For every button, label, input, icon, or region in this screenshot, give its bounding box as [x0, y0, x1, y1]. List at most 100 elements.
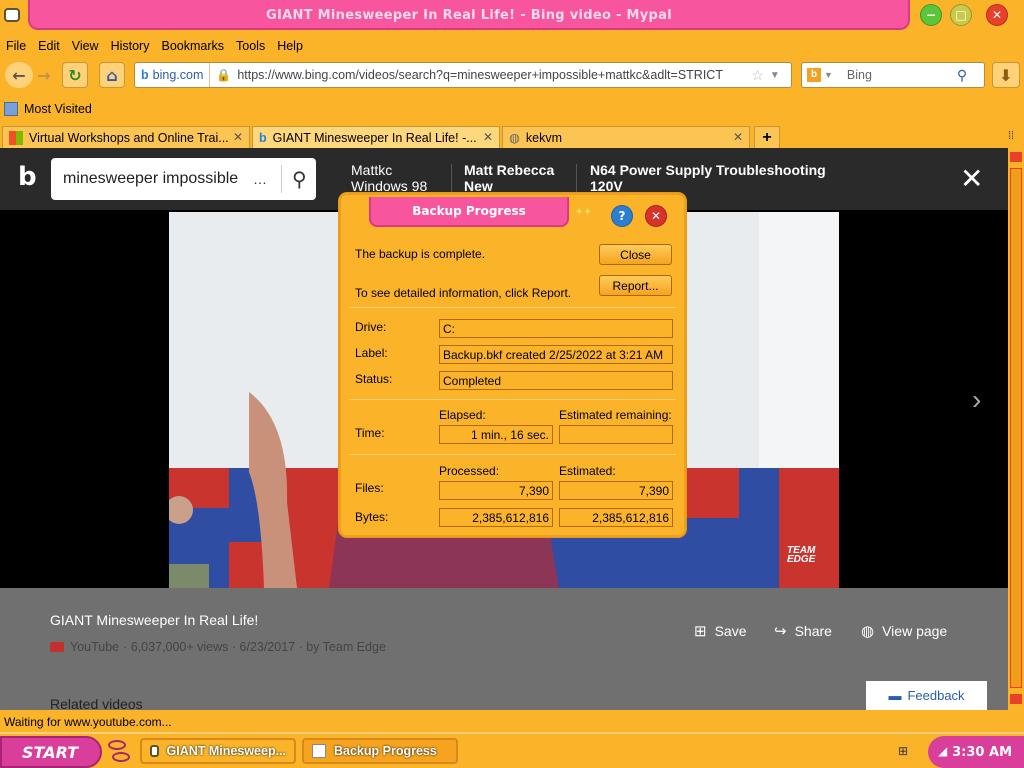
- report-button[interactable]: Report...: [599, 275, 672, 296]
- tab-close-icon[interactable]: ✕: [233, 130, 243, 144]
- menu-bookmarks[interactable]: Bookmarks: [155, 39, 230, 53]
- window-title: GIANT Minesweeper In Real Life! - Bing v…: [266, 8, 672, 23]
- ellipsis-icon: …: [253, 171, 267, 187]
- search-bar[interactable]: b ▼ Bing ⚲: [801, 62, 985, 88]
- help-icon[interactable]: ?: [611, 205, 633, 227]
- page-scrollbar[interactable]: [1008, 148, 1024, 710]
- menu-help[interactable]: Help: [271, 39, 309, 53]
- tab-label: GIANT Minesweeper In Real Life! -...: [272, 130, 477, 145]
- team-edge-logo: TEAM EDGE: [787, 545, 816, 565]
- network-icon[interactable]: ⊞: [898, 744, 908, 758]
- reload-icon[interactable]: ↻: [62, 62, 88, 88]
- view-page-button[interactable]: ◍ View page: [861, 622, 947, 640]
- bookmark-most-visited[interactable]: Most Visited: [24, 102, 92, 116]
- most-visited-icon: [4, 102, 18, 116]
- quick-launch-icon[interactable]: [108, 740, 126, 750]
- video-title[interactable]: GIANT Minesweeper In Real Life!: [50, 612, 258, 628]
- browser-icon: [150, 745, 159, 757]
- forward-icon[interactable]: →: [33, 62, 55, 88]
- divider: [349, 307, 676, 308]
- tab-label: kekvm: [525, 130, 563, 145]
- tab-kekvm[interactable]: ◍ kekvm ✕: [502, 126, 750, 148]
- back-icon[interactable]: ←: [5, 62, 33, 88]
- close-button[interactable]: Close: [599, 244, 672, 265]
- elapsed-header: Elapsed:: [439, 408, 486, 422]
- close-window-icon[interactable]: ✕: [986, 4, 1008, 26]
- remaining-value: [559, 425, 673, 444]
- navigation-toolbar: ← → ↻ ⌂ b bing.com 🔒 https://www.bing.co…: [0, 58, 1024, 90]
- estimated-header: Estimated:: [559, 464, 616, 478]
- save-button[interactable]: ⊞ Save: [694, 622, 747, 640]
- related-line2: New: [464, 178, 493, 194]
- taskbar-item-backup[interactable]: Backup Progress: [302, 738, 458, 764]
- tab-workshops[interactable]: Virtual Workshops and Online Trai... ✕: [2, 126, 250, 148]
- feedback-button[interactable]: ▬ Feedback: [866, 681, 987, 710]
- start-button[interactable]: START: [0, 736, 102, 768]
- home-icon[interactable]: ⌂: [99, 62, 125, 88]
- drive-value: C:: [439, 319, 673, 338]
- tab-close-icon[interactable]: ✕: [483, 130, 493, 144]
- bing-search-box[interactable]: minesweeper impossible … ⚲: [51, 158, 316, 200]
- maximize-icon[interactable]: □: [950, 4, 972, 26]
- label-label: Label:: [355, 346, 388, 360]
- url-bar[interactable]: b bing.com 🔒 https://www.bing.com/videos…: [134, 62, 792, 88]
- bookmark-star-icon[interactable]: ☆: [751, 67, 764, 84]
- scroll-thumb[interactable]: [1010, 168, 1022, 688]
- menu-history[interactable]: History: [105, 39, 156, 53]
- site-identity[interactable]: b bing.com: [135, 63, 211, 87]
- taskbar: START GIANT Minesweep... Backup Progress…: [0, 732, 1024, 768]
- video-info-panel: GIANT Minesweeper In Real Life! YouTube …: [0, 588, 1008, 710]
- tab-close-icon[interactable]: ✕: [733, 130, 743, 144]
- menu-tools[interactable]: Tools: [230, 39, 271, 53]
- dialog-close-icon[interactable]: ✕: [645, 205, 667, 227]
- taskbar-item-label: GIANT Minesweep...: [166, 744, 286, 758]
- new-tab-icon[interactable]: +: [754, 126, 780, 148]
- close-overlay-icon[interactable]: ✕: [960, 162, 983, 195]
- menu-edit[interactable]: Edit: [32, 39, 66, 53]
- completion-message: The backup is complete.: [355, 247, 486, 261]
- system-tray: ◢ 3:30 AM: [928, 736, 1024, 768]
- url-dropdown-icon[interactable]: ▼: [770, 70, 780, 81]
- search-icon[interactable]: ⚲: [292, 167, 307, 192]
- menu-view[interactable]: View: [66, 39, 105, 53]
- clock[interactable]: 3:30 AM: [952, 745, 1012, 760]
- ms-favicon-icon: [9, 130, 23, 145]
- quick-launch-icon[interactable]: [112, 752, 130, 762]
- tab-bing-video[interactable]: b GIANT Minesweeper In Real Life! -... ✕: [252, 126, 500, 148]
- bing-search-input[interactable]: minesweeper impossible: [63, 170, 247, 188]
- bing-logo-icon[interactable]: b: [18, 162, 37, 192]
- dialog-title[interactable]: Backup Progress: [369, 197, 569, 227]
- all-tabs-icon[interactable]: ⁞⁞: [1008, 130, 1014, 142]
- volume-icon[interactable]: ◢: [938, 744, 947, 758]
- drive-label: Drive:: [355, 320, 387, 334]
- search-go-icon[interactable]: ⚲: [957, 67, 967, 84]
- taskbar-item-browser[interactable]: GIANT Minesweep...: [140, 738, 296, 764]
- backup-progress-dialog[interactable]: Backup Progress ✦✦ ? ✕ The backup is com…: [339, 193, 686, 537]
- view-page-label: View page: [882, 623, 948, 639]
- video-source[interactable]: YouTube: [70, 640, 119, 654]
- search-input[interactable]: Bing: [847, 68, 957, 82]
- search-engine-icon[interactable]: b: [807, 68, 821, 82]
- downloads-icon[interactable]: ⬇: [992, 62, 1020, 88]
- next-arrow-icon[interactable]: ›: [972, 384, 981, 416]
- url-input[interactable]: https://www.bing.com/videos/search?q=min…: [237, 68, 747, 82]
- bytes-label: Bytes:: [355, 510, 389, 524]
- scroll-down-icon[interactable]: [1010, 694, 1022, 704]
- save-label: Save: [714, 623, 747, 639]
- share-label: Share: [794, 623, 832, 639]
- related-line1: Matt Rebecca: [464, 162, 555, 178]
- share-icon: ↪: [774, 623, 787, 640]
- engine-dropdown-icon[interactable]: ▼: [824, 70, 833, 80]
- related-line1: N64 Power Supply Troubleshooting: [590, 162, 826, 178]
- menu-file[interactable]: File: [0, 39, 32, 53]
- globe-icon: ◍: [509, 131, 520, 145]
- scroll-up-icon[interactable]: [1010, 152, 1022, 162]
- globe-icon: ◍: [861, 623, 875, 640]
- minimize-icon[interactable]: −: [920, 4, 942, 26]
- files-label: Files:: [355, 481, 384, 495]
- share-button[interactable]: ↪ Share: [774, 622, 832, 640]
- title-bar[interactable]: GIANT Minesweeper In Real Life! - Bing v…: [0, 0, 1024, 36]
- app-icon[interactable]: [4, 8, 20, 22]
- taskbar-item-label: Backup Progress: [334, 744, 437, 758]
- files-processed: 7,390: [439, 481, 553, 500]
